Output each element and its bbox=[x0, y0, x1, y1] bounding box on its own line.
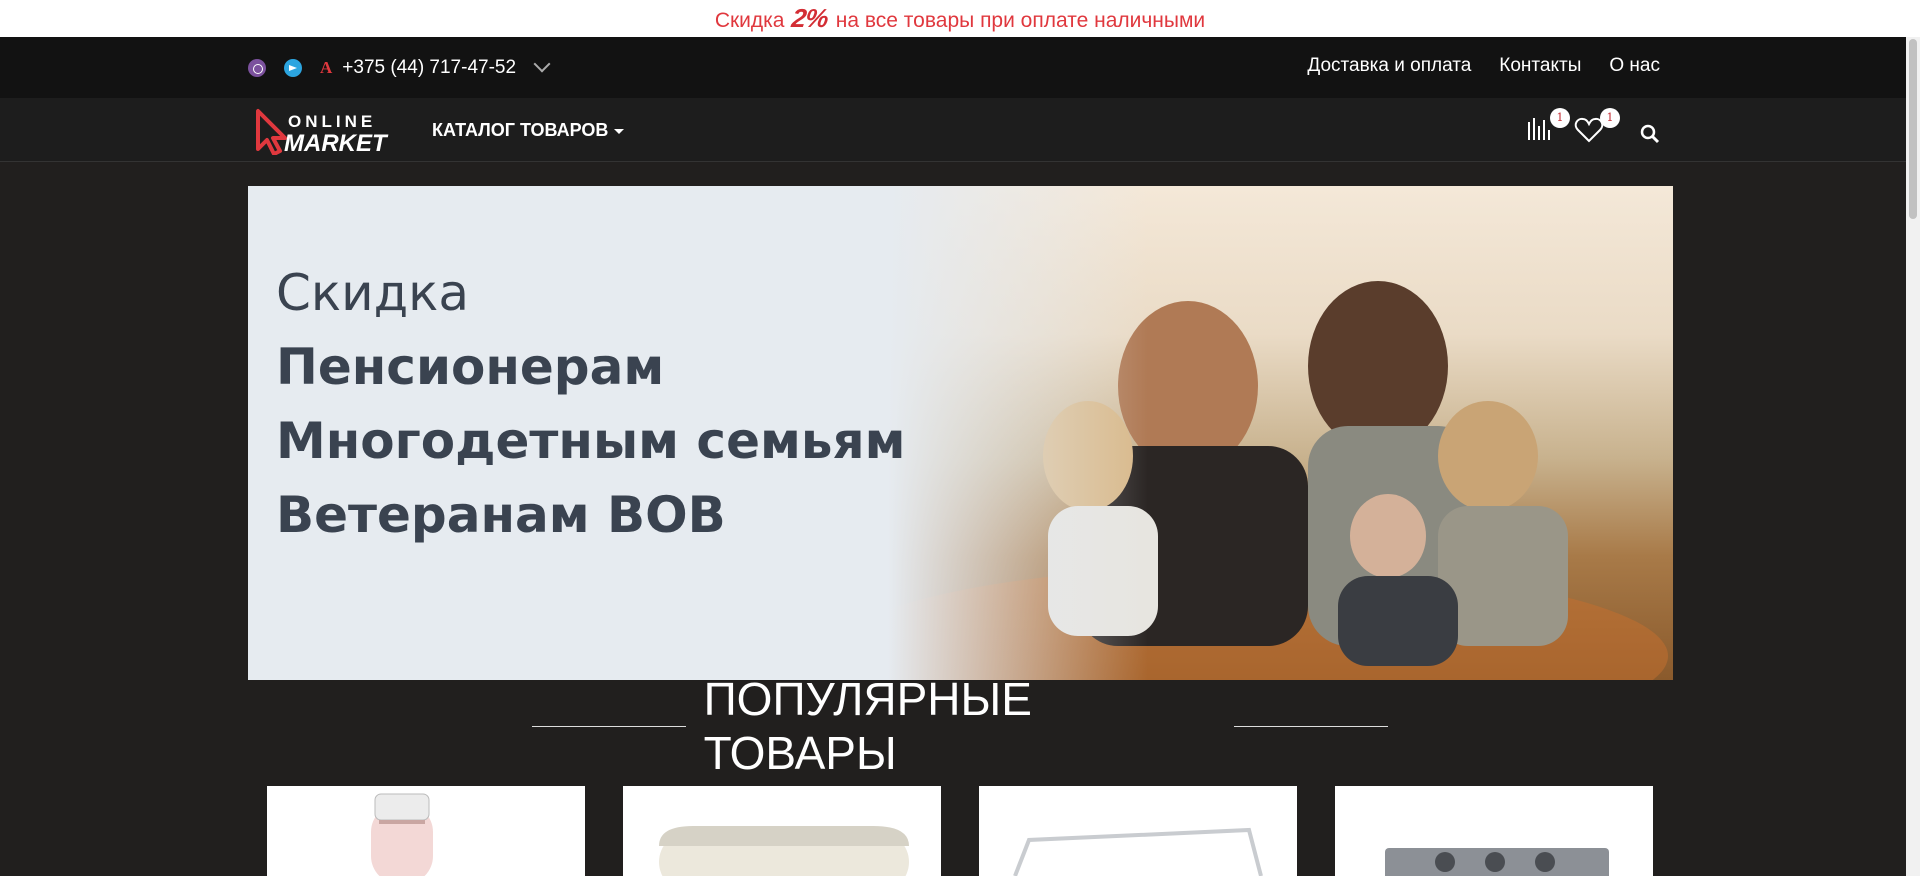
compare-count-badge: 1 bbox=[1550, 108, 1570, 128]
product-card[interactable] bbox=[979, 786, 1297, 876]
epilator-icon bbox=[371, 793, 433, 876]
top-nav: Доставка и оплата Контакты О нас bbox=[1307, 55, 1660, 77]
promo-banner: Скидка 2% на все товары при оплате налич… bbox=[0, 0, 1920, 37]
banner-line-1: Скидка bbox=[276, 264, 470, 322]
product-card[interactable] bbox=[1335, 786, 1653, 876]
product-card[interactable] bbox=[267, 786, 585, 876]
catalog-label: КАТАЛОГ ТОВАРОВ bbox=[432, 120, 609, 140]
popular-section-heading: ПОПУЛЯРНЫЕ ТОВАРЫ bbox=[532, 673, 1389, 779]
nav-delivery-link[interactable]: Доставка и оплата bbox=[1307, 55, 1471, 77]
product-card[interactable] bbox=[623, 786, 941, 876]
promo-percent: 2% bbox=[790, 3, 831, 33]
logo-text-market: MARKET bbox=[284, 130, 389, 155]
heading-divider-right bbox=[1234, 725, 1389, 727]
section-title: ПОПУЛЯРНЫЕ ТОВАРЫ bbox=[703, 673, 1032, 779]
photo-fade bbox=[888, 186, 1148, 680]
phone-number[interactable]: +375 (44) 717-47-52 bbox=[342, 57, 516, 79]
viber-icon[interactable] bbox=[248, 59, 266, 77]
operator-logo: A bbox=[320, 58, 333, 77]
scrollbar[interactable] bbox=[1906, 37, 1920, 876]
heading-divider-left bbox=[532, 725, 686, 727]
banner-line-3: Многодетным семьям bbox=[276, 412, 906, 470]
telegram-icon[interactable] bbox=[284, 59, 302, 77]
scrollbar-thumb[interactable] bbox=[1909, 39, 1917, 219]
banner-line-2: Пенсионерам bbox=[276, 338, 665, 396]
site-logo[interactable]: ONLINE MARKET bbox=[254, 107, 394, 155]
top-bar: A +375 (44) 717-47-52 Доставка и оплата … bbox=[0, 37, 1920, 98]
wishlist-count-badge: 1 bbox=[1600, 108, 1620, 128]
search-icon[interactable] bbox=[1640, 124, 1660, 144]
header-icons: 1 1 bbox=[1524, 108, 1664, 150]
toaster-icon bbox=[659, 826, 909, 876]
frame-icon bbox=[1013, 827, 1263, 876]
gas-stove-icon bbox=[1385, 848, 1609, 876]
caret-down-icon bbox=[614, 128, 625, 134]
promo-prefix: Скидка bbox=[714, 9, 785, 32]
nav-contacts-link[interactable]: Контакты bbox=[1499, 55, 1581, 77]
catalog-menu-button[interactable]: КАТАЛОГ ТОВАРОВ bbox=[432, 120, 625, 141]
hero-banner[interactable]: Скидка Пенсионерам Многодетным семьям Ве… bbox=[248, 186, 1673, 680]
banner-line-4: Ветеранам ВОВ bbox=[276, 486, 726, 544]
chevron-down-icon[interactable] bbox=[533, 55, 551, 73]
promo-suffix: на все товары при оплате наличными bbox=[835, 9, 1206, 32]
cursor-icon bbox=[256, 109, 287, 155]
compare-icon[interactable] bbox=[1526, 116, 1552, 142]
nav-about-link[interactable]: О нас bbox=[1609, 55, 1660, 77]
contact-block: A +375 (44) 717-47-52 bbox=[248, 55, 551, 81]
logo-text-online: ONLINE bbox=[288, 112, 376, 131]
